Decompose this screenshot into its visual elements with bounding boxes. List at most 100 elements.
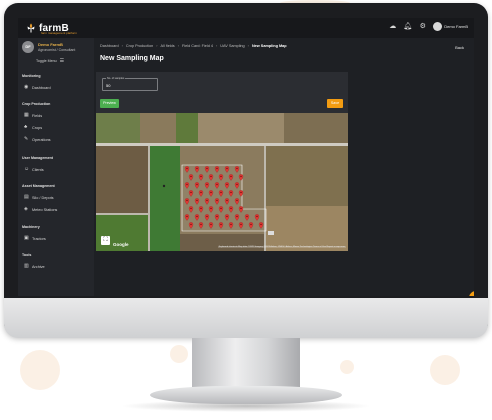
preview-button[interactable]: Preview [100,99,119,108]
sample-point-marker-center [226,199,228,202]
sample-point-marker-center [196,183,198,186]
sidebar-item-label: Fields [32,113,43,118]
sample-point-marker-center [186,183,188,186]
sidebar-item-fields[interactable]: ▦ Fields [24,113,42,118]
sample-point-marker-center [190,191,192,194]
sidebar-item-label: Dashboard [32,85,51,90]
sample-point-marker-center [226,167,228,170]
sample-point-marker-center [200,175,202,178]
top-actions: ☁ 🔔︎ ⚙ Demo FarmB [388,22,468,31]
sidebar-item-silo-depots[interactable]: ▤ Silo / Depots [24,195,54,200]
sample-point-marker-center [200,207,202,210]
sample-point-marker-center [216,167,218,170]
sample-point-marker-center [220,191,222,194]
section-user-management: User Management [22,156,53,160]
app-screen: farmB farm management platform ☁ 🔔︎ ⚙ De… [18,18,474,296]
gear-icon[interactable]: ⚙ [418,22,427,31]
sample-point-marker-center [216,199,218,202]
sample-point-marker-center [220,175,222,178]
sample-point-marker-center [240,207,242,210]
clients-icon: ☺ [24,166,30,172]
user-name: Demo FarmB [444,24,468,29]
profile-card[interactable]: DF Demo FarmB Agronomist / Consultant [22,41,75,53]
sample-point-marker-center [190,207,192,210]
sample-point-marker-center [186,215,188,218]
avatar: DF [22,41,34,53]
sidebar-item-label: Tractors [32,236,46,241]
sidebar-item-label: Operations [32,137,51,142]
breadcrumb-separator: › [156,44,158,48]
sample-point-marker-center [196,215,198,218]
sample-point-marker-center [210,223,212,226]
sidebar: DF Demo FarmB Agronomist / Consultant To… [18,38,94,296]
sidebar-item-label: Archive [32,264,45,269]
sidebar-item-tractors[interactable]: ▣ Tractors [24,236,46,241]
sample-point-marker-center [206,183,208,186]
menu-icon: ☰ [59,58,65,64]
crops-icon: ♣ [24,124,28,130]
help-fab-button[interactable] [469,291,474,296]
sidebar-item-dashboard[interactable]: ◉ Dashboard [24,85,51,90]
sample-point-marker-center [190,223,192,226]
breadcrumb-item[interactable]: All fields [161,44,175,48]
sample-point-marker-center [230,207,232,210]
sidebar-item-label: Meteo Stations [32,207,58,212]
breadcrumb-separator: › [121,44,123,48]
promo-stage: farmB farm management platform ☁ 🔔︎ ⚙ De… [0,0,492,420]
sample-point-marker-center [230,175,232,178]
sample-point-marker-center [240,223,242,226]
decor-dot [170,345,188,363]
sidebar-item-clients[interactable]: ☺ Clients [24,167,44,172]
monitor-chin [4,298,488,338]
breadcrumb-item[interactable]: Dashboard [100,44,119,48]
tractor-icon: ▣ [24,235,29,241]
sample-point-marker-center [220,207,222,210]
sample-point-marker-center [230,223,232,226]
map-attribution: Keyboard shortcuts Map data ©2023 Imager… [217,246,346,248]
toggle-menu-button[interactable]: Toggle Menu ☰ [36,58,64,64]
sample-point-marker-center [190,175,192,178]
map-canvas[interactable] [96,113,348,251]
sample-point-marker-center [240,175,242,178]
sidebar-item-archive[interactable]: ▥ Archive [24,264,45,269]
sample-point-marker-center [210,207,212,210]
breadcrumb: Dashboard › Crop Production › All fields › … [100,44,287,48]
sample-point-marker-center [196,199,198,202]
sidebar-item-meteo-stations[interactable]: ◈ Meteo Stations [24,207,57,212]
sample-point-marker-center [210,175,212,178]
sidebar-item-label: Clients [32,167,44,172]
fullscreen-icon[interactable]: ⛶ [101,236,110,245]
sample-point-marker-center [206,199,208,202]
breadcrumb-item[interactable]: Crop Production [126,44,153,48]
bell-icon[interactable]: 🔔︎ [403,22,412,31]
user-avatar-icon [433,22,443,31]
satellite-map[interactable] [96,113,348,251]
sample-point-marker-center [236,215,238,218]
sample-point-marker-center [236,199,238,202]
meteo-icon: ◈ [24,206,28,212]
breadcrumb-item[interactable]: UAV Sampling [220,44,244,48]
silo-icon: ▤ [24,194,29,200]
archive-icon: ▥ [24,263,29,269]
monitor-base [150,386,342,404]
sample-point-marker-center [226,215,228,218]
fields-icon: ▦ [24,112,29,118]
sample-point-marker-center [220,223,222,226]
weather-icon[interactable]: ☁ [388,22,397,31]
sample-point-marker-center [216,183,218,186]
samples-input[interactable]: No. of samples 50 [102,76,158,91]
sample-point-marker-center [196,167,198,170]
save-button[interactable]: Save [327,99,343,108]
sample-point-marker-center [236,183,238,186]
sidebar-item-crops[interactable]: ♣ Crops [24,125,42,130]
user-menu[interactable]: Demo FarmB [433,22,468,31]
sidebar-item-operations[interactable]: ✎ Operations [24,137,51,142]
brand-tagline: farm management platform [41,31,78,35]
back-link[interactable]: Back [455,45,464,50]
toggle-menu-label: Toggle Menu [36,59,57,63]
sample-point-marker-center [216,215,218,218]
sample-point-marker-center [200,223,202,226]
sample-point-marker-center [186,167,188,170]
sample-point-marker-center [236,167,238,170]
breadcrumb-item[interactable]: Field Card: Field 4 [182,44,213,48]
